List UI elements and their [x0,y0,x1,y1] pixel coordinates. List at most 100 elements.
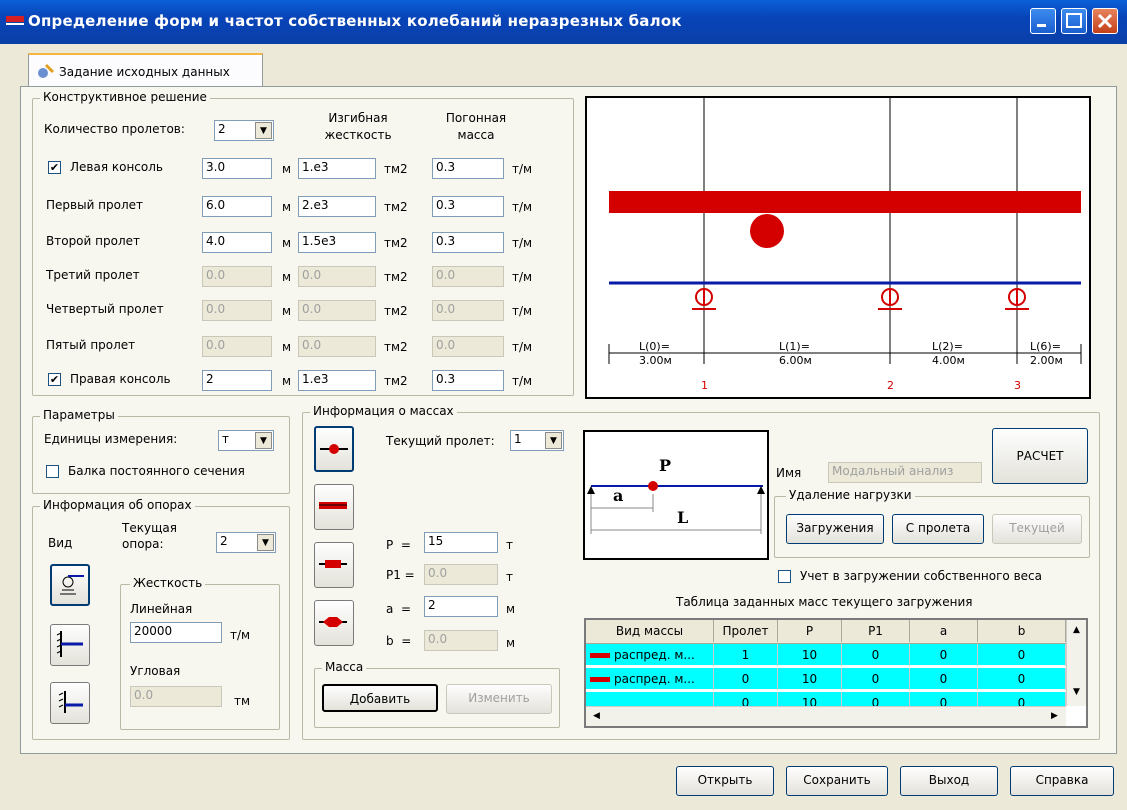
exit-button[interactable]: Выход [900,766,998,796]
a-input[interactable]: 2 [424,596,498,617]
close-button[interactable] [1092,8,1118,34]
row-4-stiffness-input[interactable]: 0.0 [298,300,376,321]
row-4-length-input[interactable]: 0.0 [202,300,272,321]
table-row[interactable]: 0 10 0 0 0 [586,692,1066,706]
current-support-select[interactable]: 2 ▼ [216,532,276,553]
row-6-length-input[interactable]: 2 [202,370,272,391]
table-cell: 10 [778,692,842,706]
mass-column-header: Погонная масса [445,111,507,142]
span-count-select[interactable]: 2 ▼ [214,120,274,141]
units-label: Единицы измерения: [44,432,178,446]
scroll-right-arrow-icon[interactable]: ▶ [1046,708,1063,725]
window-title: Определение форм и частот собственных ко… [28,12,682,30]
view-label: Вид [48,536,73,550]
constant-section-checkbox[interactable] [46,465,59,478]
row-1-mass-unit: т/м [512,200,533,214]
add-mass-button[interactable]: Добавить [322,684,438,712]
point-mass-button[interactable] [314,426,354,472]
row-5-mass-input[interactable]: 0.0 [432,336,504,357]
vertical-scrollbar[interactable]: ▲ ▼ [1066,620,1086,706]
chevron-down-icon: ▼ [545,432,562,449]
span-count-value: 2 [218,122,226,136]
scheme-a-label: a [613,486,624,505]
remove-load-label: Удаление нагрузки [786,488,915,502]
distributed-mass-icon [319,502,347,509]
fixed-support-button[interactable] [50,624,90,666]
table-cell: 0 [714,692,778,706]
scroll-up-arrow-icon[interactable]: ▲ [1068,622,1085,639]
table-header-5[interactable]: b [978,620,1066,642]
table-header-3[interactable]: P1 [842,620,910,642]
remove-span-button[interactable]: С пролета [892,514,984,544]
table-header: Вид массы Пролет P P1 a b [586,620,1066,644]
distributed-mass-icon [590,677,610,682]
row-0-stiffness-input[interactable]: 1.e3 [298,158,376,179]
row-1-mass-input[interactable]: 0.3 [432,196,504,217]
row-3-length-input[interactable]: 0.0 [202,266,272,287]
row-2-length-unit: м [282,236,292,250]
p-input[interactable]: 15 [424,532,498,553]
row-5-stiffness-input[interactable]: 0.0 [298,336,376,357]
row-0-checkbox[interactable]: ✔ [48,161,61,174]
row-0-length-input[interactable]: 3.0 [202,158,272,179]
row-6-mass-input[interactable]: 0.3 [432,370,504,391]
table-header-2[interactable]: P [778,620,842,642]
save-button[interactable]: Сохранить [786,766,888,796]
table-row[interactable]: распред. м... 1 10 0 0 0 [586,644,1066,666]
current-span-label: Текущий пролет: [386,434,495,448]
angular-stiffness-input[interactable]: 0.0 [130,686,222,707]
horizontal-scrollbar[interactable]: ◀ ▶ [586,706,1066,726]
beam-diagram: L(0)= 3.00м L(1)= 6.00м L(2)= 4.00м L(6)… [585,96,1091,399]
row-1-stiffness-input[interactable]: 2.e3 [298,196,376,217]
mass-actions-label: Масса [322,660,367,674]
trapezoid-mass-button[interactable] [314,600,354,646]
scroll-down-arrow-icon[interactable]: ▼ [1068,684,1085,701]
table-header-4[interactable]: a [910,620,978,642]
minimize-button[interactable] [1030,8,1056,34]
tab-input-data[interactable]: Задание исходных данных [28,53,263,87]
sliding-support-button[interactable] [50,682,90,724]
name-input[interactable]: Модальный анализ [828,462,982,483]
row-2-length-input[interactable]: 4.0 [202,232,272,253]
open-button[interactable]: Открыть [676,766,774,796]
hinge-support-button[interactable] [50,564,90,606]
angular-stiffness-label: Угловая [130,664,181,678]
edit-mass-button[interactable]: Изменить [446,684,552,714]
partial-mass-button[interactable] [314,542,354,588]
row-6-stiffness-input[interactable]: 1.e3 [298,370,376,391]
trapezoid-mass-icon [319,617,347,627]
distributed-mass-button[interactable] [314,484,354,530]
table-cell: 0 [842,668,910,690]
units-select[interactable]: т ▼ [218,430,274,451]
scroll-left-arrow-icon[interactable]: ◀ [588,708,605,725]
row-5-length-input[interactable]: 0.0 [202,336,272,357]
row-1-label: Первый пролет [46,198,144,212]
row-3-stiffness-input[interactable]: 0.0 [298,266,376,287]
table-cell: 1 [714,644,778,666]
self-weight-checkbox[interactable] [778,570,791,583]
span-label-0-bottom: 3.00м [639,354,672,367]
row-5-length-unit: м [282,340,292,354]
mass-type: распред. м... [614,648,695,662]
remove-load-button[interactable]: Загружения [786,514,884,544]
table-row[interactable]: распред. м... 0 10 0 0 0 [586,668,1066,690]
remove-current-button[interactable]: Текущей [992,514,1082,544]
row-6-checkbox[interactable]: ✔ [48,373,61,386]
table-header-0[interactable]: Вид массы [586,620,714,642]
maximize-button[interactable] [1061,8,1087,34]
row-1-length-input[interactable]: 6.0 [202,196,272,217]
row-2-stiffness-input[interactable]: 1.5e3 [298,232,376,253]
help-button[interactable]: Справка [1010,766,1114,796]
p1-input[interactable]: 0.0 [424,564,498,585]
row-4-mass-input[interactable]: 0.0 [432,300,504,321]
row-0-mass-input[interactable]: 0.3 [432,158,504,179]
b-input[interactable]: 0.0 [424,630,498,651]
row-3-mass-input[interactable]: 0.0 [432,266,504,287]
calculate-button[interactable]: РАСЧЕТ [992,428,1088,484]
table-header-1[interactable]: Пролет [714,620,778,642]
linear-stiffness-input[interactable]: 20000 [130,622,222,643]
p1-unit: т [506,570,513,584]
name-label: Имя [776,466,802,480]
row-2-mass-input[interactable]: 0.3 [432,232,504,253]
current-span-select[interactable]: 1 ▼ [510,430,564,451]
